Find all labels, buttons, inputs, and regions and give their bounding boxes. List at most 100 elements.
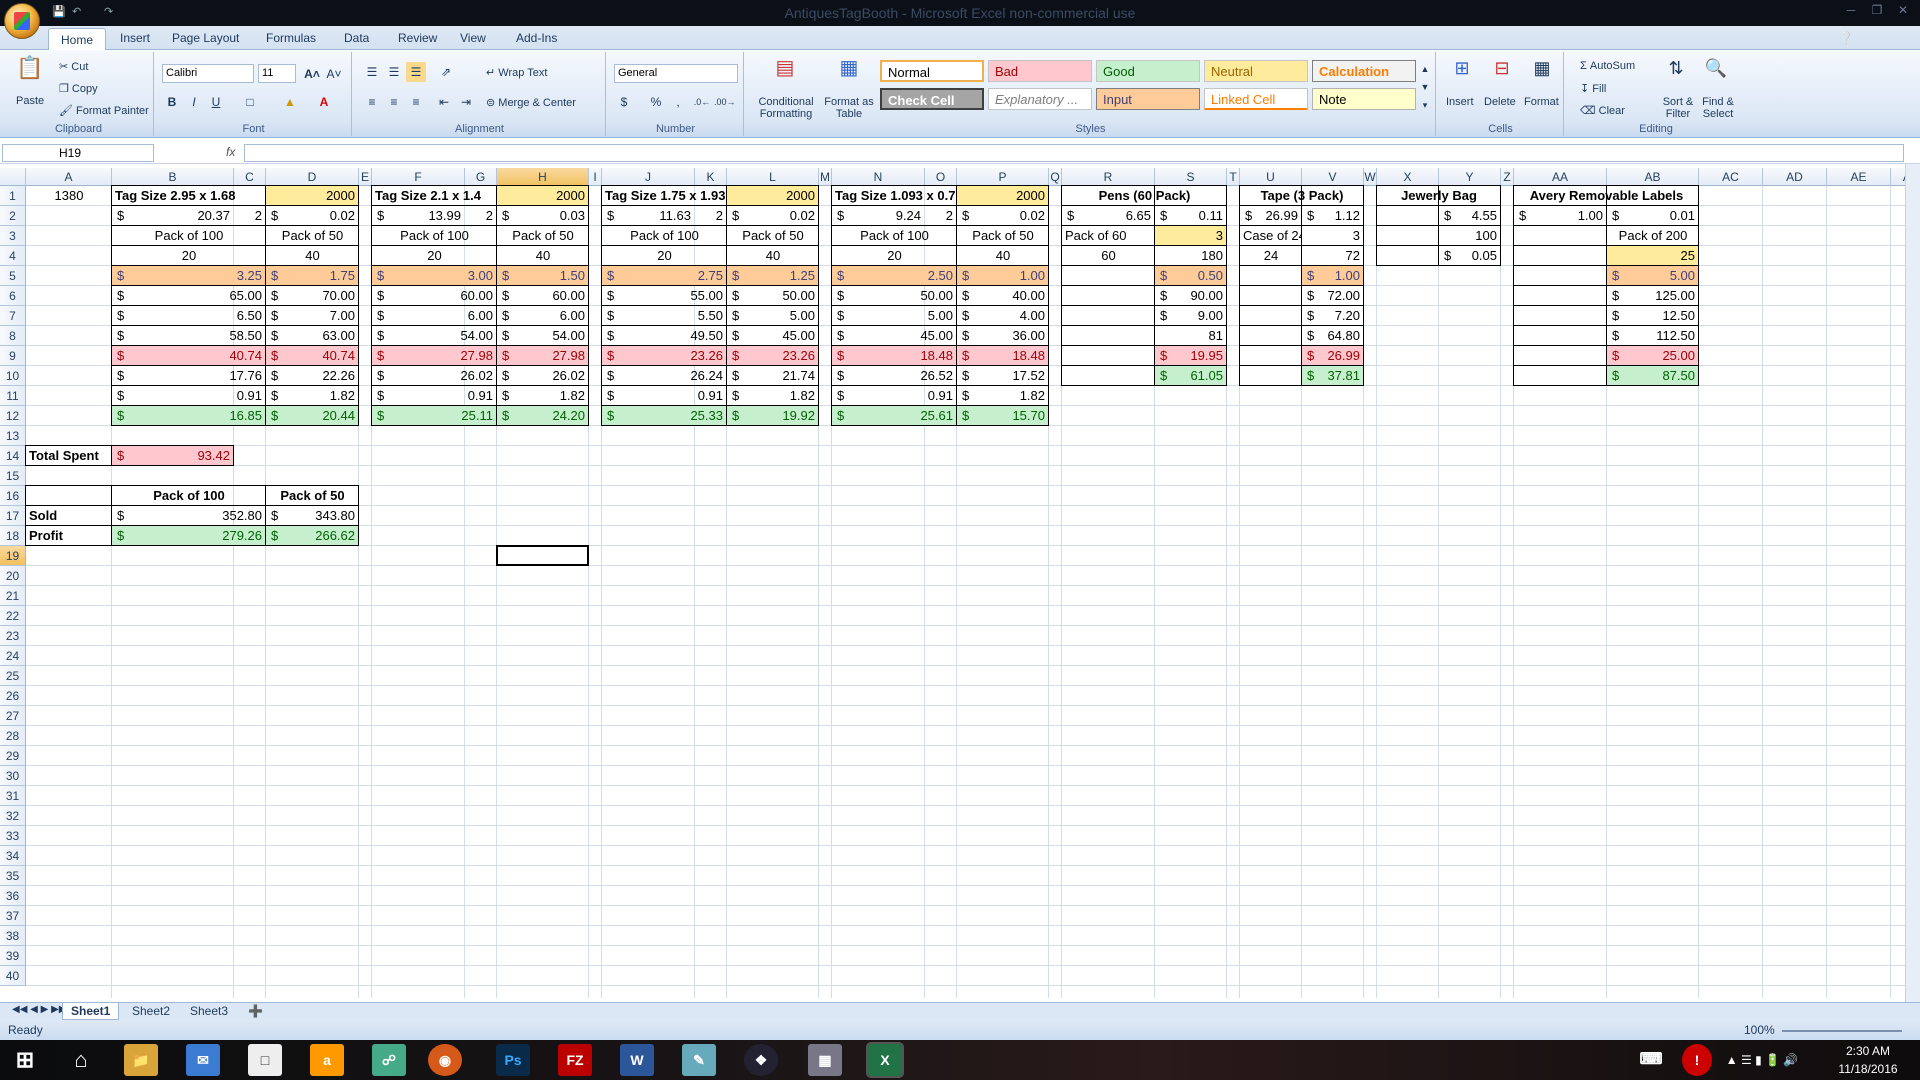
shrink-font-icon[interactable]: A˅ <box>324 64 344 84</box>
row-header-24[interactable]: 24 <box>0 646 26 666</box>
block-pack100[interactable]: Pack of 100 <box>112 226 266 246</box>
sheet-tab-sheet1[interactable]: Sheet1 <box>62 1003 120 1020</box>
sort-filter-button[interactable]: Sort & Filter <box>1658 96 1698 120</box>
avery-price[interactable]: $1.00 <box>1514 206 1607 226</box>
bold-icon[interactable]: B <box>162 92 182 112</box>
block-title[interactable]: Tag Size 2.1 x 1.4 <box>372 186 497 206</box>
block-left-value[interactable]: $26.02 <box>372 366 497 386</box>
block-left-value[interactable]: $40.74 <box>112 346 266 366</box>
block-left-value[interactable]: $55.00 <box>602 286 727 306</box>
alert-icon[interactable]: ! <box>1682 1044 1712 1076</box>
comma-icon[interactable]: , <box>668 92 688 112</box>
row-header-10[interactable]: 10 <box>0 366 26 386</box>
row-header-17[interactable]: 17 <box>0 506 26 526</box>
row-header-29[interactable]: 29 <box>0 746 26 766</box>
sold-100[interactable]: $352.80 <box>112 506 266 526</box>
mail-icon[interactable]: ✉ <box>186 1044 220 1076</box>
block-right-value[interactable]: $1.82 <box>727 386 819 406</box>
column-header-U[interactable]: U <box>1240 168 1302 186</box>
block-left-value[interactable]: $0.91 <box>372 386 497 406</box>
block-right-value[interactable]: $15.70 <box>957 406 1049 426</box>
insert-sheet-icon[interactable]: ➕ <box>240 1003 271 1020</box>
row-header-38[interactable]: 38 <box>0 926 26 946</box>
pens-total[interactable]: 180 <box>1155 246 1227 266</box>
block-left-value[interactable]: $3.25 <box>112 266 266 286</box>
pens-n[interactable]: 60 <box>1062 246 1155 266</box>
tape-value[interactable]: $64.80 <box>1302 326 1364 346</box>
selected-cell[interactable] <box>496 545 589 566</box>
avery-title[interactable]: Avery Removable Labels <box>1514 186 1699 206</box>
pens-value[interactable]: $9.00 <box>1155 306 1227 326</box>
block-pack50[interactable]: Pack of 50 <box>497 226 589 246</box>
grow-font-icon[interactable]: A˄ <box>302 64 322 84</box>
tape-value[interactable]: $37.81 <box>1302 366 1364 386</box>
tab-home[interactable]: Home <box>48 28 107 51</box>
block-unit[interactable]: $0.02 <box>957 206 1049 226</box>
align-right-icon[interactable]: ≡ <box>406 92 426 112</box>
font-color-icon[interactable]: A <box>314 92 334 112</box>
column-header-AA[interactable]: AA <box>1514 168 1607 186</box>
block-pack50[interactable]: Pack of 50 <box>727 226 819 246</box>
row-header-33[interactable]: 33 <box>0 826 26 846</box>
profit-50[interactable]: $266.62 <box>266 526 359 546</box>
font-size-box[interactable]: 11 <box>258 64 296 83</box>
pens-pack[interactable]: Pack of 60 <box>1062 226 1155 246</box>
block-left-value[interactable]: $26.24 <box>602 366 727 386</box>
column-header-E[interactable]: E <box>359 168 372 186</box>
column-header-V[interactable]: V <box>1302 168 1364 186</box>
align-center-icon[interactable]: ≡ <box>384 92 404 112</box>
block-right-value[interactable]: $19.92 <box>727 406 819 426</box>
worksheet-grid[interactable]: ABCDEFGHIJKLMNOPQRSTUVWXYZAAABACADAEAF 1… <box>0 168 1905 998</box>
block-left-value[interactable]: $25.11 <box>372 406 497 426</box>
column-header-A[interactable]: A <box>26 168 112 186</box>
block-right-value[interactable]: $1.25 <box>727 266 819 286</box>
formula-input[interactable] <box>244 144 1904 162</box>
block-right-value[interactable]: $18.48 <box>957 346 1049 366</box>
align-middle-icon[interactable]: ☰ <box>384 62 404 82</box>
decrease-decimal-icon[interactable]: .00→ <box>714 92 736 112</box>
column-header-T[interactable]: T <box>1227 168 1240 186</box>
block-n100[interactable]: 20 <box>112 246 266 266</box>
increase-indent-icon[interactable]: ⇥ <box>456 92 476 112</box>
pens-unit[interactable]: $0.11 <box>1155 206 1227 226</box>
block-left-value[interactable]: $2.75 <box>602 266 727 286</box>
orientation-icon[interactable]: ⇗ <box>436 62 456 82</box>
style-check-cell[interactable]: Check Cell <box>880 88 984 110</box>
column-header-I[interactable]: I <box>589 168 602 186</box>
block-unit[interactable]: $0.02 <box>727 206 819 226</box>
column-header-B[interactable]: B <box>112 168 234 186</box>
block-left-value[interactable]: $5.50 <box>602 306 727 326</box>
percent-icon[interactable]: % <box>646 92 666 112</box>
block-left-value[interactable]: $16.85 <box>112 406 266 426</box>
profit-100[interactable]: $279.26 <box>112 526 266 546</box>
paste-button[interactable]: Paste <box>16 95 44 107</box>
block-left-value[interactable]: $25.33 <box>602 406 727 426</box>
block-title[interactable]: Tag Size 2.95 x 1.68 <box>112 186 266 206</box>
zoom-slider[interactable] <box>1782 1030 1902 1032</box>
block-n100[interactable]: 20 <box>602 246 727 266</box>
block-price[interactable]: $13.99 <box>372 206 465 226</box>
block-price[interactable]: $11.63 <box>602 206 695 226</box>
tape-pack[interactable]: Case of 24 <box>1240 226 1302 246</box>
block-right-value[interactable]: $60.00 <box>497 286 589 306</box>
column-header-M[interactable]: M <box>819 168 832 186</box>
sheet-tab-sheet3[interactable]: Sheet3 <box>182 1003 236 1020</box>
clear-button[interactable]: ⌫ Clear <box>1580 104 1625 117</box>
block-count[interactable]: 2 <box>925 206 957 226</box>
row-header-35[interactable]: 35 <box>0 866 26 886</box>
block-qty[interactable]: 2000 <box>727 186 819 206</box>
block-right-value[interactable]: $1.82 <box>266 386 359 406</box>
tab-page-layout[interactable]: Page Layout <box>172 31 239 45</box>
vertical-scrollbar[interactable] <box>1905 164 1920 1002</box>
row-header-11[interactable]: 11 <box>0 386 26 406</box>
tab-formulas[interactable]: Formulas <box>266 31 316 45</box>
pens-value[interactable]: $19.95 <box>1155 346 1227 366</box>
block-right-value[interactable]: $40.74 <box>266 346 359 366</box>
delete-cells-icon[interactable]: ⊟ <box>1488 58 1516 86</box>
merge-center-button[interactable]: ⊜ Merge & Center <box>486 96 576 109</box>
calculator-icon[interactable]: ▦ <box>808 1044 842 1076</box>
block-left-value[interactable]: $50.00 <box>832 286 957 306</box>
cell-A1[interactable]: 1380 <box>26 186 112 206</box>
increase-decimal-icon[interactable]: .0← <box>692 92 712 112</box>
tape-n[interactable]: 24 <box>1240 246 1302 266</box>
